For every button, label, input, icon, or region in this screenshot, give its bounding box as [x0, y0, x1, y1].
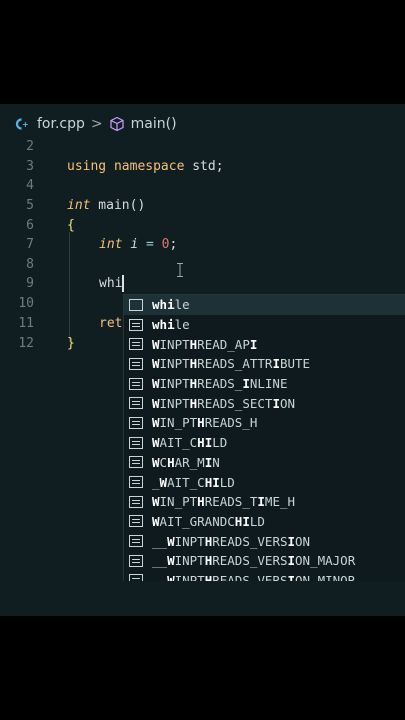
suggestion-label: while — [152, 297, 190, 313]
constant-icon — [129, 554, 143, 567]
line-number: 3 — [26, 159, 34, 174]
suggestion-label: WAIT_GRANDCHILD — [152, 513, 265, 529]
suggestion-item[interactable]: WAIT_GRANDCHILD — [124, 512, 405, 532]
suggestion-item[interactable]: WAIT_CHILD — [124, 433, 405, 453]
suggestion-label: WINPTHREADS_SECTION — [152, 395, 296, 411]
suggestion-label: __WINPTHREADS_VERSION_MAJOR — [152, 553, 356, 569]
suggestion-label: __WINPTHREADS_VERSION_MINOR — [152, 572, 356, 581]
suggestion-item[interactable]: WIN_PTHREADS_TIME_H — [124, 492, 405, 512]
svg-text:+: + — [22, 120, 29, 129]
constant-icon — [129, 357, 143, 370]
line-number: 2 — [26, 139, 34, 154]
constant-icon — [129, 456, 143, 469]
code-line: 7 int i = 0; — [0, 235, 405, 255]
code-line: 9 whi — [0, 274, 405, 294]
constant-icon — [129, 574, 143, 581]
suggestion-item[interactable]: while — [124, 295, 405, 315]
constant-icon — [129, 338, 143, 351]
code-line: 6 { — [0, 216, 405, 236]
suggestion-label: WIN_PTHREADS_H — [152, 415, 258, 431]
code-text: int main() — [67, 198, 146, 213]
constant-icon — [129, 535, 143, 548]
suggestion-item[interactable]: __WINPTHREADS_VERSION_MAJOR — [124, 551, 405, 571]
line-number: 6 — [26, 218, 34, 233]
suggestion-label: _WAIT_CHILD — [152, 474, 235, 490]
mouse-ibeam-icon — [177, 263, 183, 278]
code-line: 8 — [0, 255, 405, 275]
suggestion-item[interactable]: WCHAR_MIN — [124, 453, 405, 473]
constant-icon — [129, 397, 143, 410]
breadcrumb-file[interactable]: for.cpp — [37, 116, 85, 132]
constant-icon — [129, 495, 143, 508]
close-brace: } — [67, 336, 75, 351]
code-line: 4 — [0, 176, 405, 196]
cpp-file-icon: + — [13, 116, 29, 132]
line-number: 12 — [18, 336, 34, 351]
constant-icon — [129, 515, 143, 528]
snippet-icon — [129, 318, 143, 331]
line-number: 5 — [26, 198, 34, 213]
code-text[interactable]: whi — [99, 274, 125, 294]
line-number: 10 — [18, 296, 34, 311]
suggestion-item[interactable]: WINPTHREADS_SECTION — [124, 393, 405, 413]
code-text: using namespace std; — [67, 159, 224, 174]
constant-icon — [129, 377, 143, 390]
line-number: 11 — [18, 316, 34, 331]
suggestion-label: WINPTHREADS_INLINE — [152, 376, 288, 392]
cube-icon — [109, 116, 125, 132]
constant-icon — [129, 436, 143, 449]
constant-icon — [129, 476, 143, 489]
suggestion-label: WCHAR_MIN — [152, 454, 220, 470]
suggestion-item[interactable]: while — [124, 315, 405, 335]
code-line: 5 int main() — [0, 196, 405, 216]
suggestion-label: __WINPTHREADS_VERSION — [152, 533, 311, 549]
line-number: 8 — [26, 257, 34, 272]
line-number: 9 — [26, 276, 34, 291]
suggestion-item[interactable]: WINPTHREADS_ATTRIBUTE — [124, 354, 405, 374]
code-line: 3 using namespace std; — [0, 157, 405, 177]
breadcrumb-symbol[interactable]: main() — [131, 116, 177, 132]
code-text: ret — [99, 316, 123, 331]
code-line: 2 — [0, 137, 405, 157]
suggestion-item[interactable]: __WINPTHREADS_VERSION — [124, 531, 405, 551]
keyword-icon — [129, 298, 143, 311]
line-number: 4 — [26, 178, 34, 193]
suggestion-item[interactable]: __WINPTHREADS_VERSION_MINOR — [124, 571, 405, 581]
constant-icon — [129, 416, 143, 429]
open-brace: { — [67, 218, 75, 233]
suggestion-item[interactable]: WINPTHREADS_INLINE — [124, 374, 405, 394]
suggestion-item[interactable]: _WAIT_CHILD — [124, 472, 405, 492]
text-cursor — [122, 275, 125, 292]
autocomplete-suggestions[interactable]: while while WINPTHREAD_API WINPTHREADS_ATTR… — [123, 294, 405, 581]
suggestion-label: WAIT_CHILD — [152, 435, 228, 451]
suggestion-label: WIN_PTHREADS_TIME_H — [152, 494, 296, 510]
breadcrumb-separator: > — [90, 116, 103, 132]
code-text: int i = 0; — [99, 237, 178, 252]
line-number: 7 — [26, 237, 34, 252]
suggestion-item[interactable]: WINPTHREAD_API — [124, 334, 405, 354]
suggestion-label: WINPTHREAD_API — [152, 336, 258, 352]
suggestion-label: WINPTHREADS_ATTRIBUTE — [152, 356, 311, 372]
suggestion-label: while — [152, 317, 190, 333]
suggestion-item[interactable]: WIN_PTHREADS_H — [124, 413, 405, 433]
